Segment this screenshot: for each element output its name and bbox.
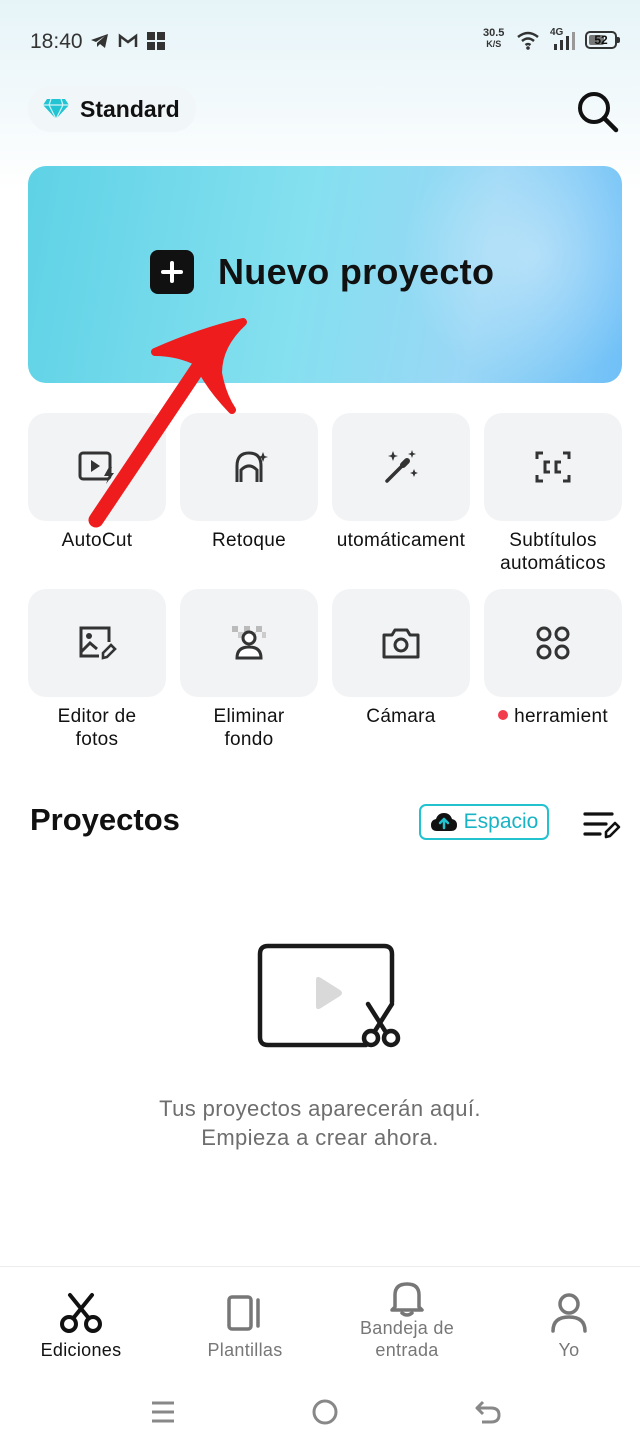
camera-icon: [382, 628, 420, 659]
tool-remove-background-line2: fondo: [224, 729, 274, 750]
tool-auto-enhance[interactable]: utomáticament: [332, 413, 470, 552]
scissors-icon: [60, 1293, 102, 1333]
search-icon[interactable]: [574, 88, 620, 134]
projects-title: Proyectos: [30, 802, 180, 837]
tool-autocut-label: AutoCut: [61, 530, 133, 551]
captions-icon: [535, 451, 571, 483]
empty-message-line1: Tus proyectos aparecerán aquí.: [159, 1096, 481, 1121]
tool-camera[interactable]: Cámara: [332, 589, 470, 728]
tool-all-tools[interactable]: herramient: [484, 589, 622, 728]
edit-list-icon[interactable]: [582, 806, 622, 842]
network-speed: 30.5 K/S: [483, 28, 504, 50]
magic-wand-icon: [385, 450, 418, 483]
bell-icon: [390, 1282, 424, 1317]
status-bar: 18:40 30.5 K/S 4G 52: [0, 0, 640, 80]
templates-icon: [227, 1295, 260, 1331]
tool-retouch[interactable]: Retoque: [180, 413, 318, 552]
new-project-button[interactable]: Nuevo proyecto: [28, 166, 622, 383]
nav-bandeja-label: Bandeja de entrada: [332, 1317, 482, 1361]
battery-icon: 52: [585, 31, 620, 49]
nav-plantillas[interactable]: Plantillas: [170, 1287, 320, 1361]
back-icon[interactable]: [474, 1399, 502, 1425]
all-tools-icon: [536, 626, 570, 660]
network-speed-unit: K/S: [486, 39, 502, 49]
wifi-icon: [517, 31, 539, 50]
tool-auto-enhance-label: utomáticament: [336, 530, 466, 551]
system-navigation-bar: [0, 1390, 640, 1433]
empty-projects-illustration: [257, 943, 401, 1048]
tool-auto-captions-label: Subtítulos automáticos: [484, 529, 622, 575]
tool-remove-background-label: Eliminar fondo: [180, 705, 318, 751]
nav-bandeja-line2: entrada: [375, 1340, 439, 1360]
nav-ediciones[interactable]: Ediciones: [6, 1287, 156, 1361]
tool-camera-label: Cámara: [366, 706, 436, 727]
tool-auto-captions-line1: Subtítulos: [509, 530, 597, 551]
retouch-icon: [235, 451, 268, 482]
space-button-label: Espacio: [463, 810, 539, 833]
new-project-label: Nuevo proyecto: [218, 251, 495, 292]
signal-icon: [554, 32, 575, 50]
autocut-icon: [78, 451, 114, 484]
tool-auto-captions[interactable]: Subtítulos automáticos: [484, 413, 622, 575]
plus-icon: [150, 250, 194, 294]
nav-ediciones-label: Ediciones: [40, 1340, 122, 1360]
tool-photo-editor[interactable]: Editor de fotos: [28, 589, 166, 751]
plan-badge[interactable]: Standard: [28, 86, 196, 132]
nav-plantillas-label: Plantillas: [207, 1340, 283, 1360]
tool-remove-background[interactable]: Eliminar fondo: [180, 589, 318, 751]
plan-label: Standard: [80, 95, 180, 122]
photo-edit-icon: [79, 626, 117, 660]
nav-yo[interactable]: Yo: [494, 1287, 640, 1361]
tool-photo-editor-line1: Editor de: [57, 706, 137, 727]
home-icon[interactable]: [311, 1398, 339, 1426]
network-speed-value: 30.5: [483, 27, 505, 39]
menu-icon[interactable]: [150, 1400, 176, 1424]
bottom-navigation: Ediciones Plantillas Bandeja de entrada: [0, 1266, 640, 1377]
tool-all-tools-text: herramient: [514, 706, 608, 727]
microsoft-icon: [147, 32, 165, 50]
status-time: 18:40: [30, 30, 83, 53]
nav-bandeja[interactable]: Bandeja de entrada: [332, 1279, 482, 1361]
remove-background-icon: [232, 626, 266, 660]
diamond-icon: [43, 98, 69, 121]
tool-retouch-label: Retoque: [212, 530, 286, 551]
space-button[interactable]: Espacio: [419, 804, 549, 840]
tool-autocut[interactable]: AutoCut: [28, 413, 166, 552]
tool-photo-editor-line2: fotos: [75, 729, 119, 750]
profile-icon: [551, 1293, 587, 1333]
telegram-icon: [91, 34, 108, 48]
new-badge-dot: [498, 710, 509, 720]
tool-photo-editor-label: Editor de fotos: [28, 705, 166, 751]
empty-message-line2: Empieza a crear ahora.: [201, 1125, 439, 1150]
gmail-icon: [118, 33, 138, 47]
cloud-icon: [430, 813, 457, 831]
nav-bandeja-line1: Bandeja de: [359, 1318, 455, 1338]
nav-yo-label: Yo: [558, 1340, 580, 1360]
tool-remove-background-line1: Eliminar: [213, 706, 285, 727]
tool-auto-captions-line2: automáticos: [500, 553, 606, 574]
tool-all-tools-label: herramient: [484, 705, 622, 728]
battery-level: 52: [594, 33, 608, 47]
